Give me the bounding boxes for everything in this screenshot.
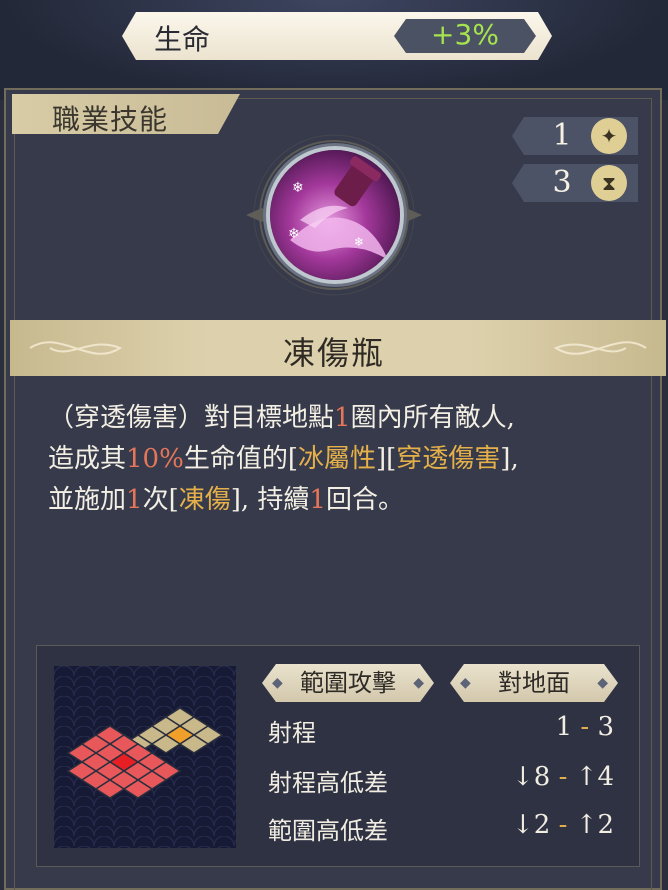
range-label: 射程 [268, 719, 316, 747]
desc-number: 1 [126, 485, 143, 515]
desc-text: 造成其 [48, 444, 127, 474]
attack-type-tag: ◆ 範圍攻擊 ◆ [262, 664, 434, 702]
tag-diamond-icon: ◆ [460, 675, 471, 691]
area-height-label: 範圍高低差 [268, 817, 388, 845]
range-max: 3 [597, 712, 614, 742]
svg-text:❄: ❄ [354, 235, 364, 249]
desc-keyword: 凍傷 [178, 485, 231, 515]
description-line-2: 造成其10%生命值的[冰屬性][穿透傷害], [48, 439, 628, 480]
desc-text: ][ [375, 444, 397, 474]
stat-label: 生命 [154, 23, 211, 56]
range-value: 1 - 3 [556, 712, 614, 742]
area-height-separator: - [558, 810, 568, 840]
area-height-down: ↓2 [512, 810, 551, 840]
tag-diamond-icon: ◆ [272, 675, 283, 691]
stat-value: +3% [431, 18, 499, 51]
desc-text: 生命值的[ [183, 444, 298, 474]
range-separator: - [580, 712, 590, 742]
range-height-up: ↑4 [575, 762, 614, 792]
desc-text: （穿透傷害）對目標地點 [48, 403, 335, 433]
desc-text: 回合。 [325, 485, 404, 515]
attack-range-map [54, 666, 236, 848]
description-line-1: （穿透傷害）對目標地點1圈內所有敵人, [48, 398, 628, 439]
area-height-value: ↓2 - ↑2 [512, 810, 614, 840]
stat-bonus-bar: 生命 +3% [122, 12, 552, 60]
skill-description: （穿透傷害）對目標地點1圈內所有敵人, 造成其10%生命值的[冰屬性][穿透傷害… [48, 398, 628, 521]
skill-category: 職業技能 [52, 103, 169, 136]
frostbite-flask-icon[interactable]: ❄ ❄ ❄ [270, 150, 400, 280]
cooldown-value: 3 [552, 165, 572, 200]
range-height-label: 射程高低差 [268, 769, 388, 797]
range-height-value: ↓8 - ↑4 [512, 762, 614, 792]
range-min: 1 [555, 712, 573, 742]
description-line-3: 並施加1次[凍傷], 持續1回合。 [48, 480, 628, 521]
desc-text: ], 持續 [230, 485, 310, 515]
tag-diamond-icon: ◆ [597, 675, 608, 691]
desc-keyword: 冰屬性 [297, 444, 376, 474]
sparkle-icon: ✦ [591, 118, 627, 154]
attack-type-label: 範圍攻擊 [300, 669, 396, 697]
tag-diamond-icon: ◆ [413, 675, 424, 691]
desc-number: 1 [309, 485, 326, 515]
desc-text: 圈內所有敵人, [350, 403, 515, 433]
desc-number: 10% [126, 444, 184, 474]
desc-text: 次[ [142, 485, 179, 515]
skill-name: 凍傷瓶 [282, 334, 385, 372]
desc-text: 並施加 [48, 485, 127, 515]
area-height-up: ↑2 [575, 810, 614, 840]
svg-text:❄: ❄ [292, 180, 304, 196]
desc-number: 1 [334, 403, 351, 433]
target-type-tag: ◆ 對地面 ◆ [450, 664, 618, 702]
range-tiles [66, 707, 224, 799]
range-height-down: ↓8 [512, 762, 551, 792]
range-height-separator: - [558, 762, 568, 792]
cost-value: 1 [552, 118, 572, 153]
desc-text: ], [500, 444, 519, 474]
svg-text:❄: ❄ [288, 226, 300, 242]
target-type-label: 對地面 [498, 669, 570, 697]
desc-keyword: 穿透傷害 [396, 444, 501, 474]
hourglass-icon: ⧗ [591, 165, 627, 201]
